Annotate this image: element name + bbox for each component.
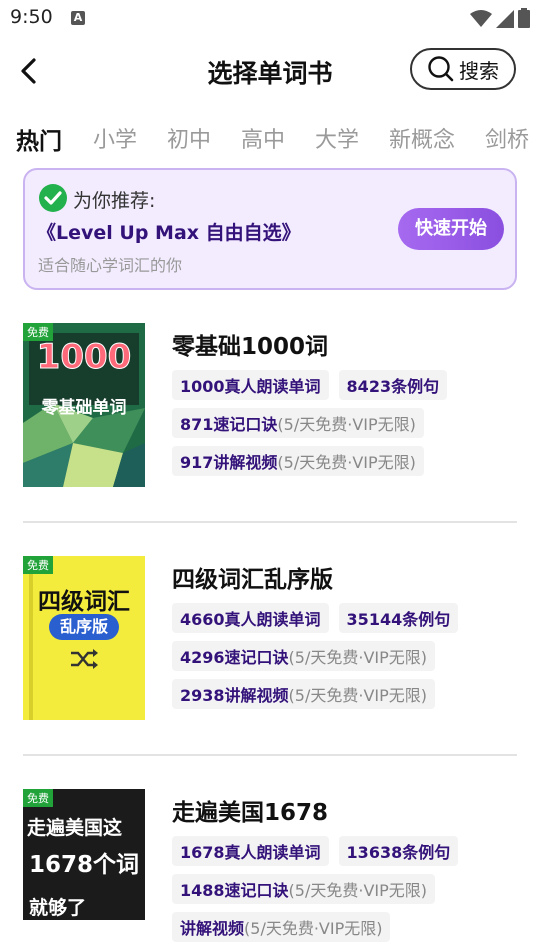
- cover-text-line3: 就够了: [29, 897, 87, 919]
- cover-text-line1: 走遍美国这: [27, 817, 123, 839]
- book-item[interactable]: 免费 四级词汇 乱序版 四级词汇乱序版 4660真人朗读单词 35144条例句 …: [23, 556, 517, 726]
- signal-icon: [496, 10, 514, 28]
- mnemonic-tag: 1488速记口诀(5/天免费·VIP无限): [172, 874, 436, 904]
- battery-icon: [518, 8, 530, 28]
- tag-row: 讲解视频(5/天免费·VIP无限): [172, 912, 391, 942]
- cover-text-subtitle: 零基础单词: [41, 398, 127, 418]
- tag-row: 1678真人朗读单词 13638条例句: [172, 836, 459, 866]
- words-tag: 1678真人朗读单词: [172, 836, 329, 866]
- tag-row: 4296速记口诀(5/天免费·VIP无限): [172, 641, 436, 671]
- cover-text-subtitle: 乱序版: [49, 614, 119, 640]
- mnemonic-tag: 4296速记口诀(5/天免费·VIP无限): [172, 641, 436, 671]
- mnemonic-tag: 871速记口诀(5/天免费·VIP无限): [172, 408, 424, 438]
- examples-tag: 13638条例句: [338, 836, 459, 866]
- tag-row: 2938讲解视频(5/天免费·VIP无限): [172, 679, 436, 709]
- video-tag: 讲解视频(5/天免费·VIP无限): [172, 912, 391, 942]
- cover-text-title: 四级词汇: [38, 589, 130, 615]
- check-icon: [39, 184, 67, 212]
- free-badge: 免费: [23, 556, 53, 574]
- book-title: 走遍美国1678: [172, 800, 329, 826]
- category-tabs: 热门 小学 初中 高中 大学 新概念 剑桥: [0, 118, 540, 158]
- recommend-card[interactable]: 为你推荐: 《Level Up Max 自由自选》 适合随心学词汇的你 快速开始: [23, 168, 517, 290]
- book-item[interactable]: 免费 走遍美国这 1678个词 就够了 走遍美国1678 1678真人朗读单词 …: [23, 789, 517, 942]
- video-tag: 917讲解视频(5/天免费·VIP无限): [172, 446, 424, 476]
- system-icons: [470, 8, 530, 28]
- status-time: 9:50: [10, 6, 53, 28]
- tag-row: 1000真人朗读单词 8423条例句: [172, 370, 448, 400]
- notification-icon: A: [71, 11, 85, 25]
- tab-new-concept[interactable]: 新概念: [389, 122, 455, 154]
- status-bar: 9:50 A: [0, 0, 540, 36]
- header: 选择单词书 搜索: [0, 44, 540, 100]
- recommend-book-title: 《Level Up Max 自由自选》: [37, 222, 301, 244]
- tag-row: 4660真人朗读单词 35144条例句: [172, 603, 459, 633]
- examples-tag: 35144条例句: [338, 603, 459, 633]
- tab-college[interactable]: 大学: [315, 122, 359, 154]
- tag-row: 917讲解视频(5/天免费·VIP无限): [172, 446, 424, 476]
- search-icon: [428, 56, 454, 82]
- recommend-description: 适合随心学词汇的你: [38, 256, 183, 275]
- divider: [23, 754, 517, 756]
- book-cover: 免费 走遍美国这 1678个词 就够了: [23, 789, 145, 920]
- book-cover: 免费 四级词汇 乱序版: [23, 556, 145, 720]
- cover-text-line2: 1678个词: [29, 852, 140, 878]
- cover-text-number: 1000: [36, 337, 132, 378]
- tag-row: 871速记口诀(5/天免费·VIP无限): [172, 408, 424, 438]
- divider: [23, 521, 517, 523]
- tag-row: 1488速记口诀(5/天免费·VIP无限): [172, 874, 436, 904]
- tab-cambridge[interactable]: 剑桥: [485, 122, 529, 154]
- tab-hot[interactable]: 热门: [16, 122, 62, 156]
- recommend-label: 为你推荐:: [73, 190, 156, 212]
- wifi-icon: [470, 10, 492, 27]
- examples-tag: 8423条例句: [338, 370, 448, 400]
- book-title: 四级词汇乱序版: [172, 567, 333, 593]
- video-tag: 2938讲解视频(5/天免费·VIP无限): [172, 679, 436, 709]
- words-tag: 1000真人朗读单词: [172, 370, 329, 400]
- book-cover: 免费 1000 零基础单词: [23, 323, 145, 487]
- search-button[interactable]: 搜索: [410, 48, 516, 90]
- tab-primary[interactable]: 小学: [93, 122, 137, 154]
- book-item[interactable]: 免费 1000 零基础单词 零基础1000词 1000真人朗读单词 8423条例…: [23, 323, 517, 493]
- tab-senior[interactable]: 高中: [241, 122, 285, 154]
- search-label: 搜索: [459, 58, 499, 83]
- book-title: 零基础1000词: [172, 334, 329, 360]
- shuffle-icon: [71, 649, 98, 669]
- quick-start-button[interactable]: 快速开始: [398, 208, 504, 250]
- words-tag: 4660真人朗读单词: [172, 603, 329, 633]
- free-badge: 免费: [23, 789, 53, 807]
- free-badge: 免费: [23, 323, 53, 341]
- tab-junior[interactable]: 初中: [167, 122, 211, 154]
